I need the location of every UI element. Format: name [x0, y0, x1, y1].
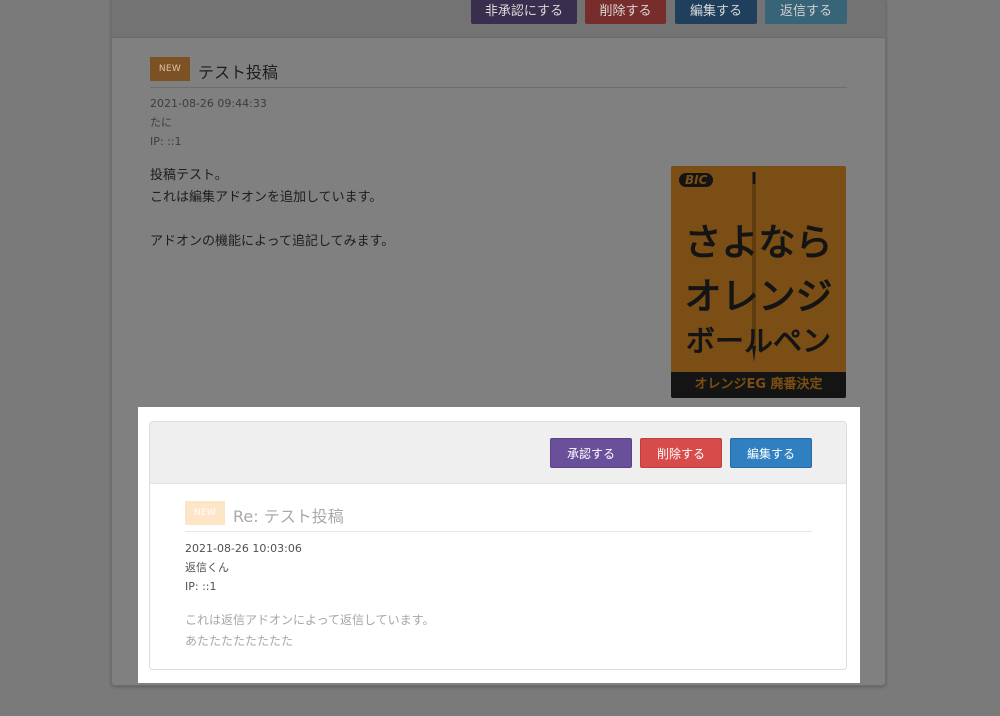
reply-body-line: あたたたたたたたた	[185, 634, 294, 648]
reply-meta: 2021-08-26 10:03:06 返信くん IP: ::1	[185, 539, 302, 596]
post-title: テスト投稿	[198, 63, 279, 82]
new-badge: NEW	[185, 501, 225, 525]
reply-body: これは返信アドオンによって返信しています。 あたたたたたたたた	[185, 610, 434, 652]
ad-headline-3: ボールペン	[685, 324, 831, 358]
post-ip: IP: ::1	[150, 135, 182, 148]
bic-logo: BIC	[679, 173, 714, 187]
title-divider	[185, 531, 812, 532]
ad-banner[interactable]: BIC さよなら オレンジ ボールペン オレンジEG 廃番決定	[671, 166, 846, 398]
reply-ip: IP: ::1	[185, 580, 217, 593]
post-body-line: 投稿テスト。	[150, 168, 228, 183]
post-edit-button[interactable]: 編集する	[675, 0, 757, 24]
post-body-line: アドオンの機能によって追記してみます。	[150, 234, 395, 249]
reply-date: 2021-08-26 10:03:06	[185, 542, 302, 555]
reply-author: 返信くん	[185, 561, 229, 574]
post-meta: 2021-08-26 09:44:33 たに IP: ::1	[150, 94, 267, 151]
ad-headline-1: さよなら	[684, 220, 833, 264]
title-divider	[150, 87, 847, 88]
post-body-line: これは編集アドオンを追加しています。	[150, 190, 383, 205]
unapprove-button[interactable]: 非承認にする	[471, 0, 577, 24]
approve-button[interactable]: 承認する	[550, 438, 632, 468]
new-badge: NEW	[150, 57, 190, 81]
reply-card: 承認する 削除する 編集する NEW Re: テスト投稿 2021-08-26 …	[149, 421, 847, 670]
reply-body-line: これは返信アドオンによって返信しています。	[185, 613, 435, 627]
reply-delete-button[interactable]: 削除する	[640, 438, 722, 468]
reply-highlight: 承認する 削除する 編集する NEW Re: テスト投稿 2021-08-26 …	[138, 407, 860, 683]
reply-edit-button[interactable]: 編集する	[730, 438, 812, 468]
reply-toolbar: 承認する 削除する 編集する	[150, 422, 846, 484]
post-author: たに	[150, 116, 172, 129]
ad-footer: オレンジEG 廃番決定	[671, 372, 846, 398]
ad-headline-2: オレンジ	[684, 274, 833, 318]
reply-title: Re: テスト投稿	[233, 507, 344, 526]
reply-button[interactable]: 返信する	[765, 0, 847, 24]
post-toolbar: 非承認にする 削除する 編集する 返信する	[112, 0, 885, 38]
post-body: 投稿テスト。 これは編集アドオンを追加しています。 アドオンの機能によって追記し…	[150, 165, 394, 253]
post-delete-button[interactable]: 削除する	[585, 0, 666, 24]
post-date: 2021-08-26 09:44:33	[150, 97, 267, 110]
